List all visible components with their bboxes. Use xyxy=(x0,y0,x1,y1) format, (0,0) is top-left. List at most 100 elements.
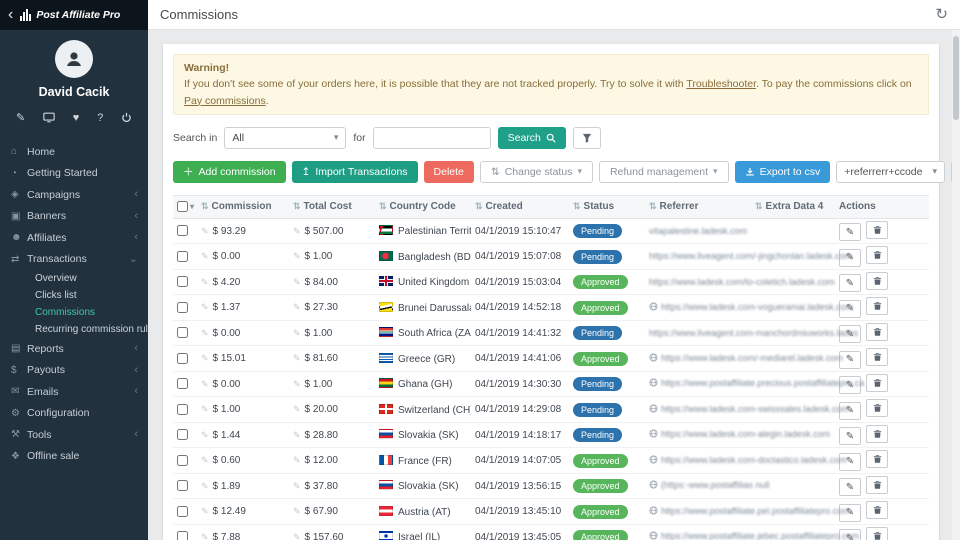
search-button[interactable]: Search xyxy=(498,127,566,149)
edit-inline-icon[interactable]: ✎ xyxy=(293,532,301,540)
add-commission-button[interactable]: ＋Add commission xyxy=(173,161,286,183)
scrollbar-thumb[interactable] xyxy=(953,36,959,120)
delete-row-button[interactable] xyxy=(866,476,888,494)
edit-profile-icon[interactable]: ✎ xyxy=(16,111,25,124)
edit-inline-icon[interactable]: ✎ xyxy=(293,379,301,389)
edit-inline-icon[interactable]: ✎ xyxy=(201,481,209,491)
delete-row-button[interactable] xyxy=(866,297,888,315)
delete-row-button[interactable] xyxy=(866,527,888,540)
edit-inline-icon[interactable]: ✎ xyxy=(201,506,209,516)
edit-inline-icon[interactable]: ✎ xyxy=(293,430,301,440)
pay-commissions-link[interactable]: Pay commissions xyxy=(184,95,266,107)
sidebar-item-overview[interactable]: Overview xyxy=(0,270,148,287)
sidebar-item-transactions[interactable]: ⇄Transactions⌄ xyxy=(0,249,148,271)
sidebar-item-offline-sale[interactable]: ❖Offline sale xyxy=(0,446,148,468)
sidebar-item-home[interactable]: ⌂Home xyxy=(0,141,148,163)
delete-row-button[interactable] xyxy=(866,450,888,468)
row-checkbox[interactable] xyxy=(177,480,188,491)
edit-inline-icon[interactable]: ✎ xyxy=(201,226,209,236)
search-input[interactable] xyxy=(373,127,491,149)
favorites-icon[interactable]: ♥ xyxy=(73,112,80,124)
devices-icon[interactable] xyxy=(43,112,55,123)
edit-inline-icon[interactable]: ✎ xyxy=(293,302,301,312)
delete-row-button[interactable] xyxy=(866,425,888,443)
sidebar-item-reports[interactable]: ▤Reports‹ xyxy=(0,338,148,360)
edit-inline-icon[interactable]: ✎ xyxy=(201,532,209,540)
delete-row-button[interactable] xyxy=(866,272,888,290)
edit-inline-icon[interactable]: ✎ xyxy=(293,277,301,287)
edit-row-button[interactable]: ✎ xyxy=(839,427,861,445)
row-checkbox[interactable] xyxy=(177,353,188,364)
select-all-checkbox[interactable] xyxy=(177,201,188,212)
edit-inline-icon[interactable]: ✎ xyxy=(293,404,301,414)
edit-row-button[interactable]: ✎ xyxy=(839,478,861,496)
sidebar-item-campaigns[interactable]: ◈Campaigns‹ xyxy=(0,184,148,206)
column-header-actions[interactable]: Actions xyxy=(835,195,929,218)
edit-inline-icon[interactable]: ✎ xyxy=(201,455,209,465)
sidebar-item-commissions[interactable]: Commissions xyxy=(0,304,148,321)
delete-button[interactable]: Delete xyxy=(424,161,474,183)
column-header-extra-data-4[interactable]: ⇅Extra Data 4 xyxy=(751,195,835,218)
search-in-select[interactable]: All▾ xyxy=(224,127,346,149)
row-checkbox[interactable] xyxy=(177,429,188,440)
edit-row-button[interactable]: ✎ xyxy=(839,223,861,241)
edit-inline-icon[interactable]: ✎ xyxy=(293,455,301,465)
delete-row-button[interactable] xyxy=(866,348,888,366)
edit-inline-icon[interactable]: ✎ xyxy=(293,506,301,516)
edit-inline-icon[interactable]: ✎ xyxy=(293,353,301,363)
sidebar-item-affiliates[interactable]: ☻Affiliates‹ xyxy=(0,227,148,249)
edit-inline-icon[interactable]: ✎ xyxy=(201,379,209,389)
back-button[interactable]: ‹ xyxy=(8,7,13,23)
edit-inline-icon[interactable]: ✎ xyxy=(293,251,301,261)
edit-inline-icon[interactable]: ✎ xyxy=(201,404,209,414)
sidebar-item-payouts[interactable]: $Payouts‹ xyxy=(0,360,148,382)
edit-inline-icon[interactable]: ✎ xyxy=(201,430,209,440)
edit-inline-icon[interactable]: ✎ xyxy=(293,481,301,491)
edit-inline-icon[interactable]: ✎ xyxy=(201,277,209,287)
column-header-commission[interactable]: ⇅Commission xyxy=(197,195,289,218)
row-checkbox[interactable] xyxy=(177,378,188,389)
edit-inline-icon[interactable]: ✎ xyxy=(201,353,209,363)
import-transactions-button[interactable]: ↥Import Transactions xyxy=(292,161,418,183)
refresh-icon[interactable]: ↻ xyxy=(935,7,948,22)
row-checkbox[interactable] xyxy=(177,327,188,338)
help-icon[interactable]: ? xyxy=(97,112,103,124)
sidebar-item-recurring-commission-rules[interactable]: Recurring commission rules xyxy=(0,321,148,338)
row-checkbox[interactable] xyxy=(177,506,188,517)
power-icon[interactable] xyxy=(121,112,132,123)
sidebar-item-getting-started[interactable]: ◔Getting Started xyxy=(0,163,148,185)
columns-select[interactable]: +referrerr+ccode▾ xyxy=(836,161,945,183)
row-checkbox[interactable] xyxy=(177,531,188,540)
row-checkbox[interactable] xyxy=(177,404,188,415)
filter-button[interactable] xyxy=(573,127,601,149)
column-header-total-cost[interactable]: ⇅Total Cost xyxy=(289,195,375,218)
avatar[interactable] xyxy=(55,40,93,78)
delete-row-button[interactable] xyxy=(866,501,888,519)
edit-inline-icon[interactable]: ✎ xyxy=(293,226,301,236)
delete-row-button[interactable] xyxy=(866,221,888,239)
delete-row-button[interactable] xyxy=(866,374,888,392)
delete-row-button[interactable] xyxy=(866,246,888,264)
delete-row-button[interactable] xyxy=(866,323,888,341)
sidebar-item-configuration[interactable]: ⚙Configuration xyxy=(0,403,148,425)
sidebar-item-emails[interactable]: ✉Emails‹ xyxy=(0,381,148,403)
vertical-scrollbar[interactable] xyxy=(952,30,960,540)
row-checkbox[interactable] xyxy=(177,225,188,236)
sidebar-item-tools[interactable]: ⚒Tools‹ xyxy=(0,424,148,446)
edit-inline-icon[interactable]: ✎ xyxy=(293,328,301,338)
column-header-referrer[interactable]: ⇅Referrer xyxy=(645,195,751,218)
column-header-created[interactable]: ⇅Created xyxy=(471,195,569,218)
row-checkbox[interactable] xyxy=(177,302,188,313)
row-checkbox[interactable] xyxy=(177,455,188,466)
delete-row-button[interactable] xyxy=(866,399,888,417)
column-header-country-code[interactable]: ⇅Country Code xyxy=(375,195,471,218)
troubleshooter-link[interactable]: Troubleshooter xyxy=(686,78,756,90)
row-checkbox[interactable] xyxy=(177,251,188,262)
edit-inline-icon[interactable]: ✎ xyxy=(201,251,209,261)
row-checkbox[interactable] xyxy=(177,276,188,287)
refund-management-dropdown[interactable]: Refund management▾ xyxy=(599,161,729,183)
sidebar-item-banners[interactable]: ▣Banners‹ xyxy=(0,206,148,228)
change-status-dropdown[interactable]: ⇅Change status▾ xyxy=(480,161,593,183)
sidebar-item-clicks-list[interactable]: Clicks list xyxy=(0,287,148,304)
column-header-status[interactable]: ⇅Status xyxy=(569,195,645,218)
